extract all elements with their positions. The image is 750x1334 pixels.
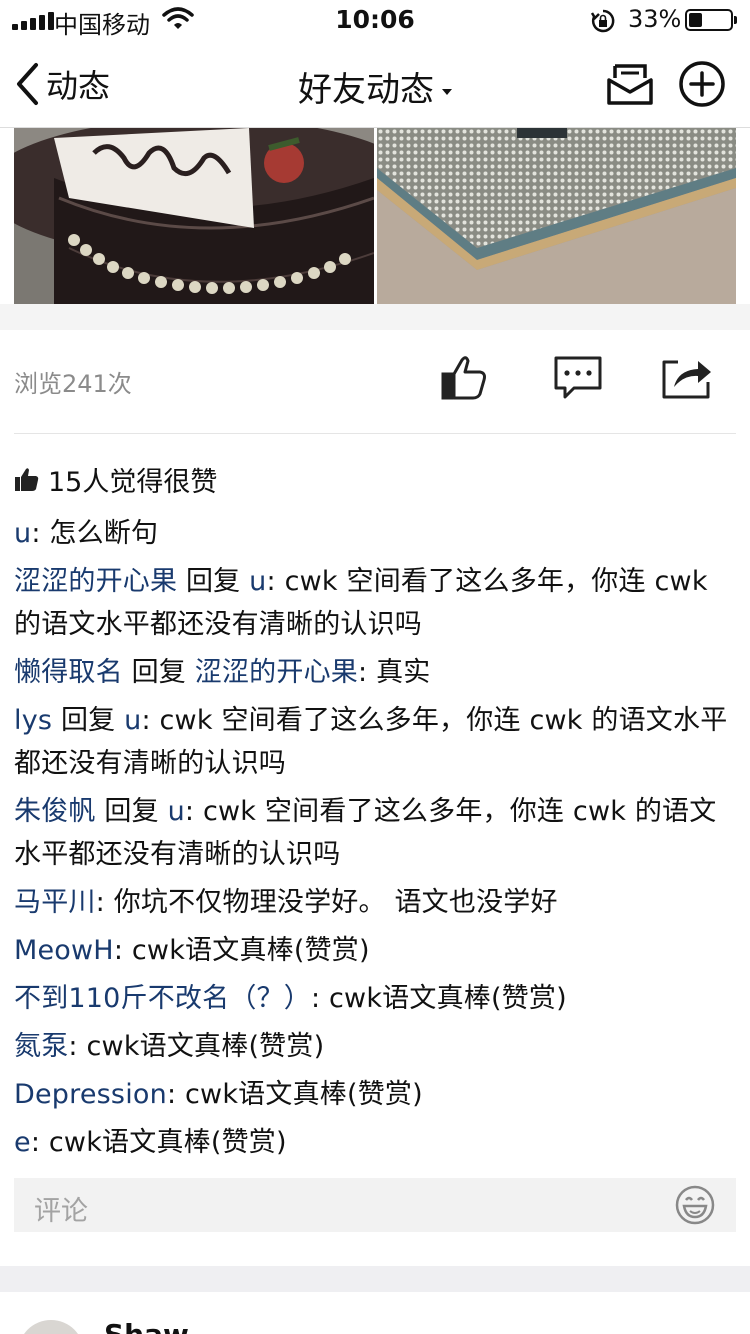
back-label: 动态 — [46, 67, 111, 105]
comment-text: : 你坑不仅物理没学好。 语文也没学好 — [95, 887, 558, 918]
comment-text: : 真实 — [357, 657, 431, 688]
photo-bottom-band — [0, 304, 750, 330]
cpu-chip-photo[interactable] — [377, 128, 736, 304]
comment-button[interactable] — [552, 352, 604, 404]
cake-image — [14, 128, 374, 304]
comment-text: : cwk语文真棒(赞赏) — [68, 1031, 325, 1062]
close-icon[interactable] — [700, 1322, 728, 1334]
comment-item[interactable]: u: 怎么断句 — [14, 512, 734, 555]
comment-input[interactable]: 评论 — [14, 1178, 736, 1232]
comment-username[interactable]: MeowH — [14, 935, 114, 966]
comment-text: : 怎么断句 — [31, 518, 159, 549]
reply-target-username[interactable]: 涩涩的开心果 — [195, 657, 358, 688]
comment-text: : cwk语文真棒(赞赏) — [166, 1079, 423, 1110]
post-separator — [0, 1266, 750, 1292]
likes-count: 15人觉得很赞 — [48, 467, 218, 498]
orientation-lock-icon — [590, 8, 616, 40]
add-circle-icon — [679, 61, 725, 107]
like-button[interactable] — [438, 352, 490, 404]
feed-title-dropdown[interactable]: 好友动态 — [250, 62, 500, 111]
comment-username[interactable]: lys — [14, 705, 52, 736]
comment-username[interactable]: 氮泵 — [14, 1031, 68, 1062]
comment-item[interactable]: e: cwk语文真棒(赞赏) — [14, 1121, 734, 1164]
comment-item[interactable]: 氮泵: cwk语文真棒(赞赏) — [14, 1025, 734, 1068]
comment-username[interactable]: 懒得取名 — [14, 657, 123, 688]
share-icon — [662, 360, 711, 399]
comment-username[interactable]: 马平川 — [14, 887, 96, 918]
nav-bar: 动态 好友动态 — [0, 40, 750, 128]
app-screen: 中国移动 10:06 33% 动态 好友动态 浏览241次 15人觉得很赞 u:… — [0, 0, 750, 1334]
thumbs-up-icon — [441, 356, 486, 400]
comment-item[interactable]: 涩涩的开心果 回复 u: cwk 空间看了这么多年，你连 cwk 的语文水平都还… — [14, 560, 734, 646]
back-button[interactable]: 动态 — [14, 60, 110, 108]
mail-button[interactable] — [606, 60, 654, 108]
cpu-image — [377, 128, 736, 304]
reply-target-username[interactable]: u — [124, 705, 141, 736]
comment-bubble-icon — [554, 356, 602, 399]
likes-summary[interactable]: 15人觉得很赞 — [14, 460, 217, 499]
battery-percent: 33% — [628, 5, 682, 33]
reply-keyword: 回复 — [122, 657, 195, 688]
comment-item[interactable]: Depression: cwk语文真棒(赞赏) — [14, 1073, 734, 1116]
emoji-face-icon[interactable] — [674, 1184, 716, 1226]
comment-username[interactable]: 涩涩的开心果 — [14, 566, 177, 597]
comment-username[interactable]: Depression — [14, 1079, 167, 1110]
comment-text: : cwk语文真棒(赞赏) — [30, 1127, 287, 1158]
comment-list: u: 怎么断句 涩涩的开心果 回复 u: cwk 空间看了这么多年，你连 cwk … — [14, 512, 734, 1169]
thumbs-up-icon — [15, 467, 39, 491]
reply-target-username[interactable]: u — [249, 566, 266, 597]
comment-item[interactable]: 马平川: 你坑不仅物理没学好。 语文也没学好 — [14, 881, 734, 924]
comment-item[interactable]: 懒得取名 回复 涩涩的开心果: 真实 — [14, 651, 734, 694]
back-chevron-icon — [17, 63, 38, 105]
comment-username[interactable]: 朱俊帆 — [14, 796, 96, 827]
reply-keyword: 回复 — [52, 705, 125, 736]
comment-text: : cwk语文真棒(赞赏) — [310, 983, 567, 1014]
next-post-username[interactable]: Shaw — [104, 1318, 189, 1334]
battery-icon — [685, 9, 737, 31]
add-post-button[interactable] — [678, 60, 726, 108]
cake-photo[interactable] — [14, 128, 374, 304]
avatar[interactable] — [18, 1320, 84, 1334]
comment-item[interactable]: MeowH: cwk语文真棒(赞赏) — [14, 929, 734, 972]
share-button[interactable] — [660, 352, 712, 404]
comment-text: : cwk语文真棒(赞赏) — [113, 935, 370, 966]
comment-username[interactable]: u — [14, 518, 31, 549]
comment-item[interactable]: lys 回复 u: cwk 空间看了这么多年，你连 cwk 的语文水平都还没有清… — [14, 699, 734, 785]
caret-down-icon — [442, 88, 452, 95]
reply-target-username[interactable]: u — [168, 796, 185, 827]
divider — [14, 433, 736, 434]
comment-item[interactable]: 朱俊帆 回复 u: cwk 空间看了这么多年，你连 cwk 的语文水平都还没有清… — [14, 790, 734, 876]
view-count: 浏览241次 — [14, 370, 132, 398]
comment-username[interactable]: e — [14, 1127, 31, 1158]
reply-keyword: 回复 — [177, 566, 250, 597]
comment-item[interactable]: 不到110斤不改名（？）: cwk语文真棒(赞赏) — [14, 977, 734, 1020]
comment-placeholder: 评论 — [34, 1196, 88, 1227]
status-bar: 中国移动 10:06 33% — [0, 0, 750, 40]
comment-username[interactable]: 不到110斤不改名（？） — [14, 983, 311, 1014]
reply-keyword: 回复 — [95, 796, 168, 827]
mail-icon — [607, 64, 653, 105]
page-title: 好友动态 — [298, 70, 434, 110]
